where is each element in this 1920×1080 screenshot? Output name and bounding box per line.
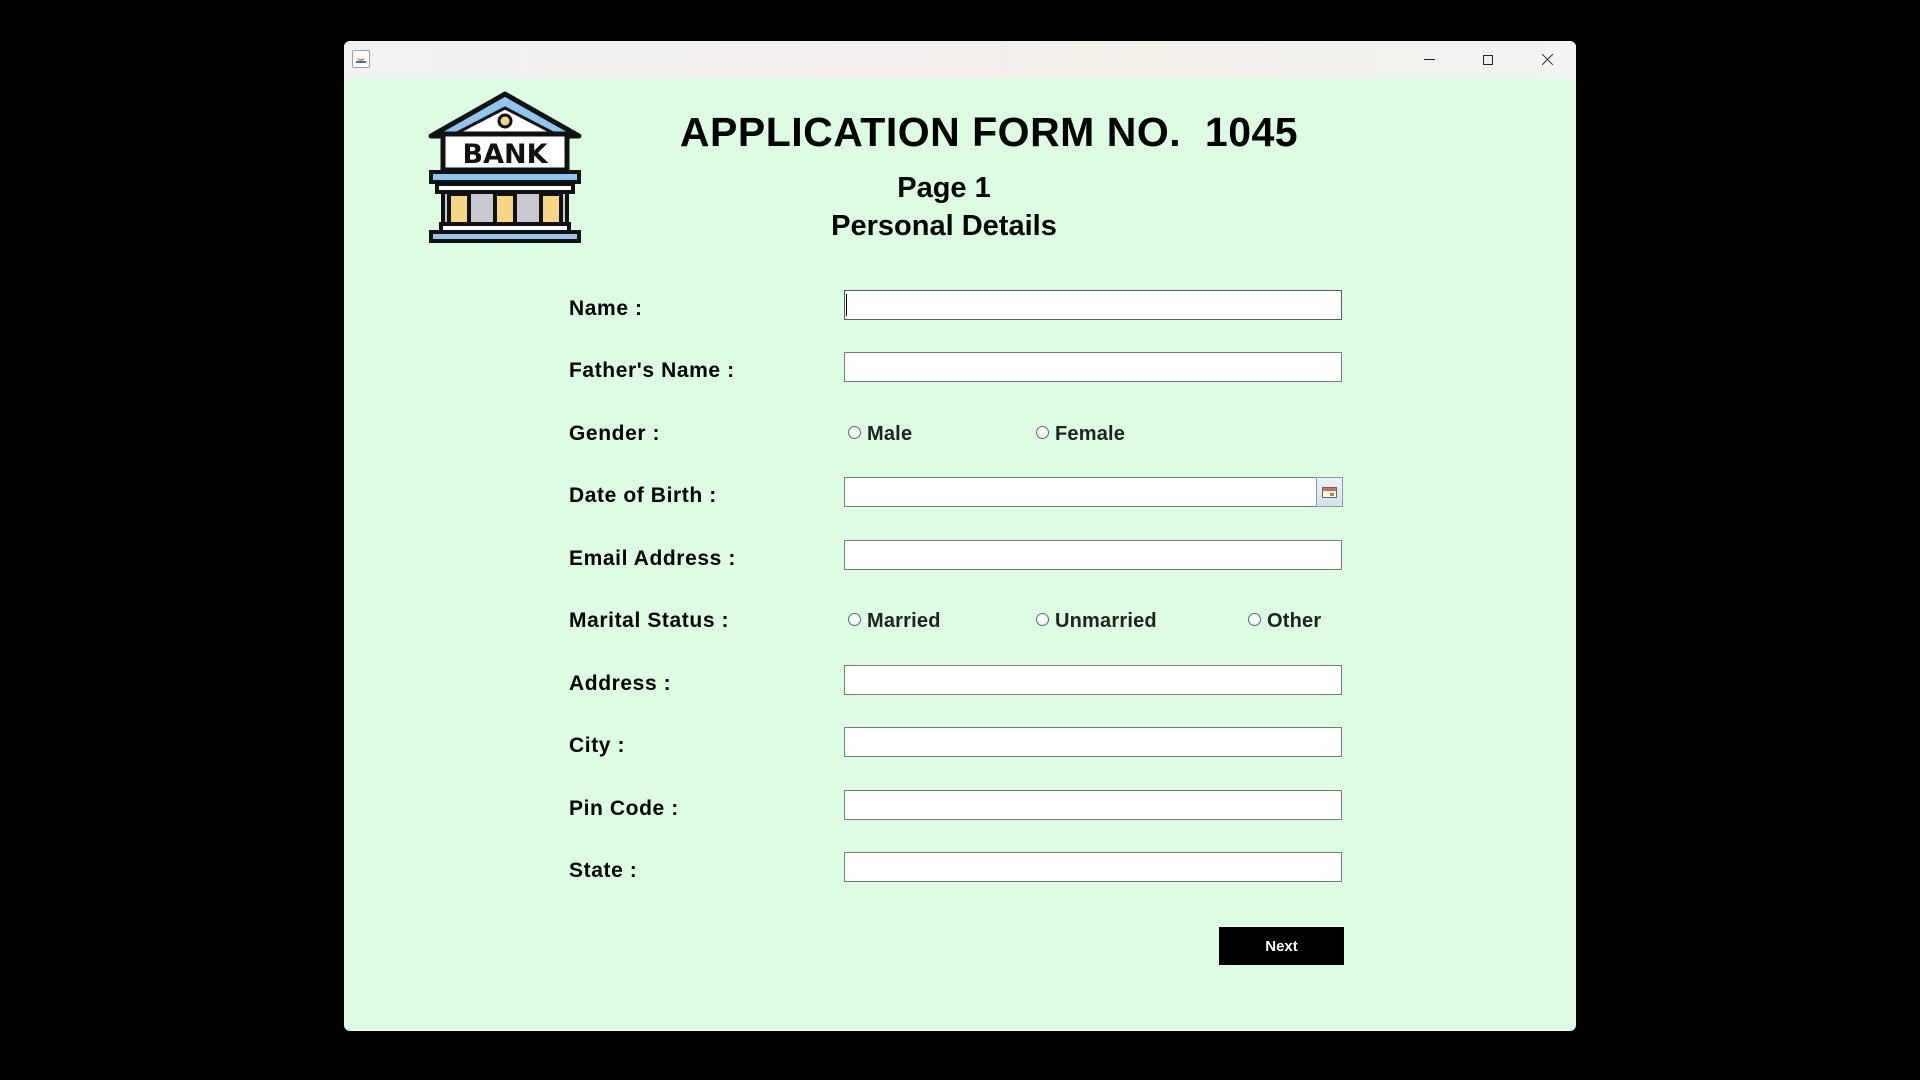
close-button[interactable] (1518, 41, 1576, 78)
logo-text: BANK (463, 139, 549, 170)
minimize-button[interactable] (1400, 41, 1458, 78)
gender-male-label: Male (867, 423, 913, 445)
form-title: APPLICATION FORM NO. 1045 (679, 109, 1299, 155)
gender-label: Gender : (569, 422, 661, 445)
calendar-icon (1322, 486, 1337, 498)
section-title: Personal Details (831, 210, 1057, 242)
minimize-icon (1423, 59, 1435, 60)
marital-unmarried-radio[interactable]: Unmarried (1036, 610, 1157, 633)
name-label: Name : (569, 297, 643, 320)
title-bar[interactable] (344, 41, 1576, 78)
address-label: Address : (569, 672, 672, 695)
text-caret (846, 294, 847, 316)
email-label: Email Address : (569, 547, 736, 570)
java-cup-icon (352, 50, 370, 68)
radio-circle-icon (1036, 613, 1049, 626)
next-button[interactable]: Next (1219, 927, 1344, 965)
address-input[interactable] (844, 665, 1342, 695)
marital-unmarried-label: Unmarried (1055, 610, 1157, 632)
state-label: State : (569, 859, 638, 882)
marital-married-radio[interactable]: Married (848, 610, 941, 633)
application-window: BANK APPLICATION FORM NO. 1045 Page 1 Pe… (344, 41, 1576, 1031)
city-input[interactable] (844, 727, 1342, 757)
dob-label: Date of Birth : (569, 484, 717, 507)
state-input[interactable] (844, 852, 1342, 882)
marital-status-label: Marital Status : (569, 609, 730, 632)
bank-logo-icon: BANK (428, 91, 582, 243)
gender-female-radio[interactable]: Female (1036, 423, 1125, 446)
email-input[interactable] (844, 540, 1342, 570)
father-name-label: Father's Name : (569, 359, 735, 382)
close-icon (1541, 53, 1554, 66)
pin-code-label: Pin Code : (569, 797, 679, 820)
radio-circle-icon (848, 613, 861, 626)
dob-input[interactable] (844, 477, 1318, 507)
marital-other-radio[interactable]: Other (1248, 610, 1321, 633)
maximize-button[interactable] (1459, 41, 1517, 78)
marital-married-label: Married (867, 610, 941, 632)
maximize-icon (1483, 54, 1493, 65)
radio-circle-icon (1248, 613, 1261, 626)
calendar-button[interactable] (1316, 477, 1343, 507)
gender-male-radio[interactable]: Male (848, 423, 912, 446)
father-name-input[interactable] (844, 352, 1342, 382)
radio-circle-icon (848, 426, 861, 439)
marital-other-label: Other (1267, 610, 1322, 632)
name-input[interactable] (844, 290, 1342, 320)
pin-code-input[interactable] (844, 790, 1342, 820)
city-label: City : (569, 734, 626, 757)
radio-circle-icon (1036, 426, 1049, 439)
page-number: Page 1 (897, 172, 991, 204)
gender-female-label: Female (1055, 423, 1126, 445)
